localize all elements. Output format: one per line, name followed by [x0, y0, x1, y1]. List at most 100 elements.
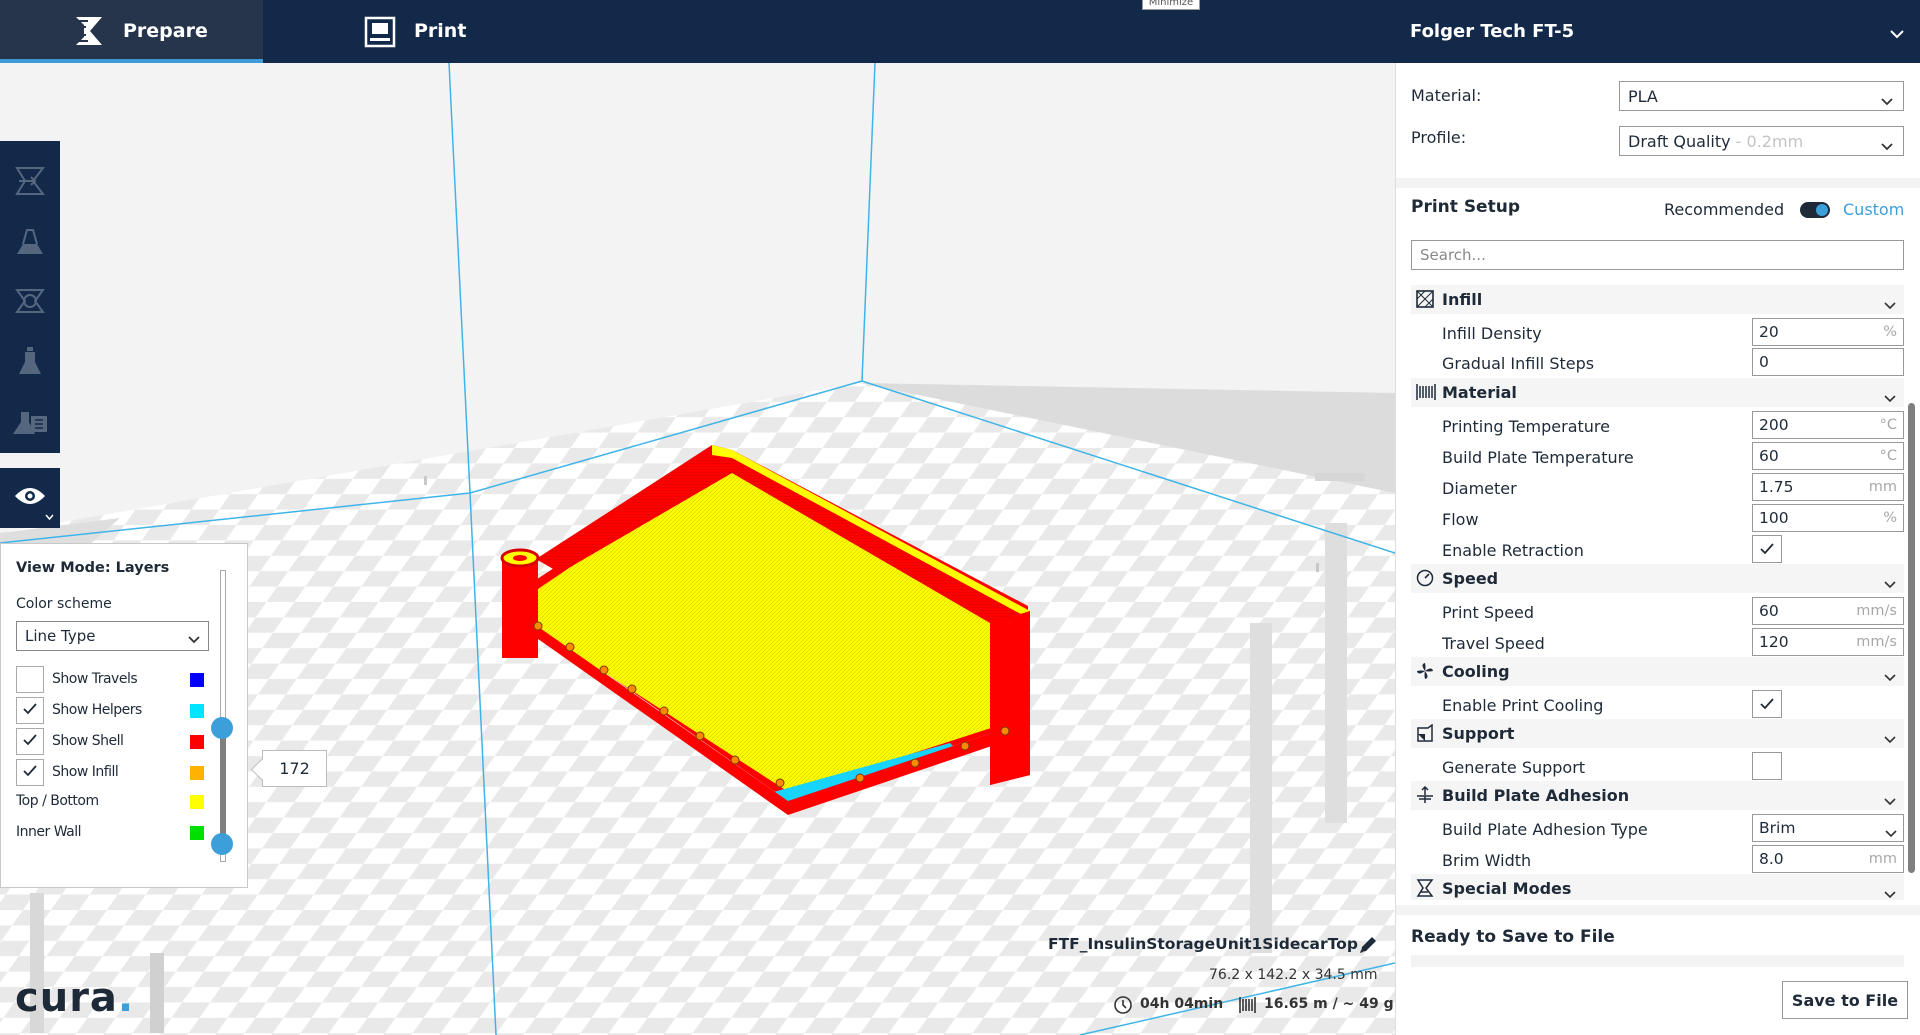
- diameter-input[interactable]: 1.75 mm: [1752, 473, 1904, 501]
- check-icon: [23, 734, 37, 746]
- setting-label: Brim Width: [1442, 851, 1532, 870]
- view-mode-panel: View Mode: Layers Color scheme Line Type…: [0, 543, 248, 888]
- setting-label: Diameter: [1442, 479, 1517, 498]
- category-special-modes[interactable]: Special Modes: [1411, 874, 1904, 900]
- color-scheme-label: Color scheme: [16, 596, 112, 612]
- print-speed-input[interactable]: 60 mm/s: [1752, 597, 1904, 625]
- setting-build-plate-adhesion-type: Build Plate Adhesion Type Brim: [1411, 814, 1904, 845]
- setup-mode-toggle[interactable]: [1800, 202, 1830, 218]
- chevron-down-icon: [45, 505, 54, 524]
- save-to-file-button[interactable]: Save to File: [1782, 981, 1908, 1019]
- enable-print-cooling-checkbox[interactable]: [1752, 690, 1782, 718]
- move-tool-button[interactable]: [0, 153, 60, 213]
- settings-scrollbar[interactable]: [1908, 403, 1915, 873]
- minimize-tooltip: Minimize: [1142, 0, 1200, 10]
- generate-support-checkbox[interactable]: [1752, 752, 1782, 780]
- build-plate-temperature-input[interactable]: 60 °C: [1752, 442, 1904, 470]
- inner-wall-row: Inner Wall: [16, 819, 206, 846]
- top-bottom-label: Top / Bottom: [16, 793, 99, 809]
- travels-color-swatch: [190, 673, 204, 687]
- brim-width-input[interactable]: 8.0 mm: [1752, 845, 1904, 873]
- setting-enable-print-cooling: Enable Print Cooling: [1411, 690, 1904, 721]
- enable-retraction-checkbox[interactable]: [1752, 535, 1782, 563]
- chevron-down-icon: [1884, 729, 1896, 748]
- category-material[interactable]: Material: [1411, 378, 1904, 407]
- check-icon: [1760, 698, 1774, 710]
- category-speed[interactable]: Speed: [1411, 564, 1904, 593]
- layer-slider-bottom-handle[interactable]: [211, 833, 233, 855]
- settings-search-input[interactable]: Search...: [1411, 240, 1904, 270]
- print-icon: [364, 16, 396, 52]
- settings-list: Infill Infill Density 20% Gradual Infill…: [1411, 285, 1904, 900]
- support-icon: [1416, 723, 1434, 746]
- category-label: Support: [1442, 724, 1515, 743]
- tab-print-label: Print: [414, 20, 467, 42]
- recommended-mode-link[interactable]: Recommended: [1664, 200, 1784, 219]
- material-icon: [1416, 383, 1436, 405]
- pencil-edit-icon[interactable]: [1358, 935, 1378, 959]
- shell-color-swatch: [190, 735, 204, 749]
- custom-mode-link[interactable]: Custom: [1843, 200, 1904, 219]
- eye-icon: [14, 486, 46, 510]
- current-layer-input[interactable]: 172: [262, 750, 327, 787]
- travel-speed-input[interactable]: 120 mm/s: [1752, 628, 1904, 656]
- slicing-progress-bar: [1411, 955, 1904, 967]
- show-travels-checkbox[interactable]: [16, 666, 44, 693]
- printer-selector[interactable]: Folger Tech FT-5: [1410, 21, 1574, 42]
- setting-diameter: Diameter 1.75 mm: [1411, 473, 1904, 504]
- setting-label: Build Plate Adhesion Type: [1442, 820, 1648, 839]
- setting-label: Flow: [1442, 510, 1479, 529]
- infill-density-input[interactable]: 20%: [1752, 318, 1904, 346]
- show-infill-checkbox[interactable]: [16, 759, 44, 786]
- material-dropdown[interactable]: PLA: [1619, 81, 1904, 111]
- show-shell-row: Show Shell: [16, 728, 206, 755]
- scale-icon: [13, 224, 47, 262]
- category-build-plate-adhesion[interactable]: Build Plate Adhesion: [1411, 781, 1904, 810]
- setting-build-plate-temperature: Build Plate Temperature 60 °C: [1411, 442, 1904, 473]
- setting-enable-retraction: Enable Retraction: [1411, 535, 1904, 566]
- scale-tool-button[interactable]: [0, 213, 60, 273]
- profile-label: Profile:: [1411, 128, 1467, 147]
- profile-dropdown[interactable]: Draft Quality - 0.2mm: [1619, 126, 1904, 156]
- material-value: PLA: [1628, 87, 1658, 106]
- gradual-infill-steps-input[interactable]: 0: [1752, 348, 1904, 376]
- 3d-viewport[interactable]: View Mode: Layers Color scheme Line Type…: [0, 63, 1395, 1035]
- tab-prepare-label: Prepare: [123, 20, 208, 42]
- chevron-down-icon: [1884, 791, 1896, 810]
- rotate-icon: [13, 284, 47, 322]
- adhesion-type-dropdown[interactable]: Brim: [1752, 814, 1904, 842]
- setting-brim-width: Brim Width 8.0 mm: [1411, 845, 1904, 876]
- category-label: Speed: [1442, 569, 1499, 588]
- category-cooling[interactable]: Cooling: [1411, 657, 1904, 686]
- flow-input[interactable]: 100%: [1752, 504, 1904, 532]
- special-modes-icon: [1416, 879, 1434, 900]
- material-label: Material:: [1411, 86, 1482, 105]
- mirror-icon: [13, 344, 47, 382]
- chevron-down-icon: [1881, 136, 1893, 155]
- layer-slider-top-handle[interactable]: [211, 717, 233, 739]
- setting-label: Enable Print Cooling: [1442, 696, 1604, 715]
- show-shell-checkbox[interactable]: [16, 728, 44, 755]
- material-usage: 16.65 m / ~ 49 g: [1264, 996, 1394, 1012]
- chevron-down-icon[interactable]: [1890, 24, 1904, 43]
- rotate-tool-button[interactable]: [0, 273, 60, 333]
- color-scheme-dropdown[interactable]: Line Type: [16, 621, 209, 651]
- chevron-down-icon: [1884, 574, 1896, 593]
- show-helpers-checkbox[interactable]: [16, 697, 44, 724]
- category-infill[interactable]: Infill: [1411, 285, 1904, 314]
- setting-infill-density: Infill Density 20%: [1411, 318, 1904, 349]
- chevron-down-icon: [188, 630, 200, 648]
- category-label: Material: [1442, 383, 1517, 402]
- mirror-tool-button[interactable]: [0, 333, 60, 393]
- chevron-down-icon: [1881, 91, 1893, 110]
- category-label: Cooling: [1442, 662, 1510, 681]
- setting-generate-support: Generate Support: [1411, 752, 1904, 783]
- per-model-settings-icon: [11, 404, 49, 442]
- model-name: FTF_InsulinStorageUnit1SidecarTop: [1048, 935, 1358, 953]
- printing-temperature-input[interactable]: 200 °C: [1752, 411, 1904, 439]
- setting-label: Gradual Infill Steps: [1442, 354, 1595, 373]
- view-mode-button[interactable]: [0, 468, 60, 528]
- category-support[interactable]: Support: [1411, 719, 1904, 748]
- clock-icon: [1113, 995, 1133, 1019]
- per-model-settings-button[interactable]: [0, 393, 60, 453]
